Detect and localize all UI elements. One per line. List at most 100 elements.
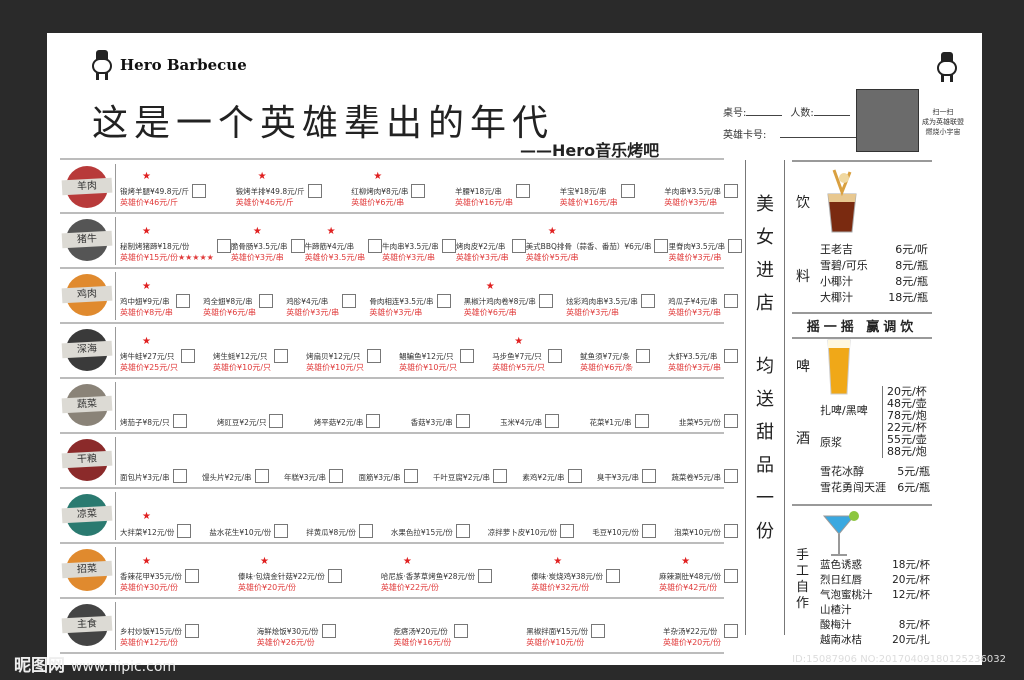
handmade-list: 蓝色诱惑 18元/杯 烈日红唇 20元/杯 气泡蜜桃汁 12元/杯 山楂汁 酸梅汁 8元/杯 越南… [820,558,930,648]
order-checkbox[interactable] [327,569,342,583]
order-checkbox[interactable] [654,239,669,253]
order-checkbox[interactable] [441,239,456,253]
order-checkbox[interactable] [411,184,426,198]
star-icon: ★ [326,226,336,237]
order-checkbox[interactable] [307,184,322,198]
order-checkbox[interactable] [269,414,284,428]
hero-price: 英雄价¥20元/份 [237,583,296,592]
hero-price: 英雄价¥3元/串 [668,253,722,262]
order-checkbox[interactable] [493,469,508,483]
order-checkbox[interactable] [274,524,289,538]
order-checkbox[interactable] [478,569,493,583]
item-price: 羊杂汤¥22元/份 [663,627,718,636]
menu-item: 面筋¥3元/串 [358,469,418,483]
category-badge: 招菜 [61,549,113,591]
order-checkbox[interactable] [723,294,738,308]
order-checkbox[interactable] [515,184,530,198]
order-checkbox[interactable] [641,469,656,483]
order-checkbox[interactable] [620,184,635,198]
order-checkbox[interactable] [723,469,738,483]
beer-raw-prices: 22元/杯 55元/壶 88元/炮 [882,422,927,458]
category-badge: 羊肉 [61,166,113,208]
card-field[interactable] [780,128,859,138]
order-checkbox[interactable] [321,624,336,638]
order-checkbox[interactable] [436,294,451,308]
order-checkbox[interactable] [258,294,273,308]
order-checkbox[interactable] [723,524,738,538]
item-price: 毛豆¥10元/份 [592,528,640,537]
order-checkbox[interactable] [366,414,381,428]
menu-item: ★ 锻烤羊腿¥49.8元/斤 英雄价¥46元/斤 [120,171,206,208]
menu-item: 乡村炒饭¥15元/份 英雄价¥12元/份 [120,624,199,648]
order-checkbox[interactable] [636,349,651,363]
menu-item: 烤茄子¥8元/只 [120,414,187,428]
order-checkbox[interactable] [511,239,526,253]
order-checkbox[interactable] [723,184,738,198]
order-checkbox[interactable] [177,524,192,538]
item-price: 羊腰¥18元/串 [455,187,502,196]
order-checkbox[interactable] [567,469,582,483]
drinks-side-label: 饮 [796,195,810,211]
order-checkbox[interactable] [454,624,469,638]
order-checkbox[interactable] [342,294,357,308]
people-field[interactable] [813,106,850,116]
hero-price: 英雄价¥6元/串 [351,198,405,207]
menu-item: 鲳鳊鱼¥12元/只 英雄价¥10元/只 [399,349,475,373]
hero-price: 英雄价¥32元/份 [531,583,590,592]
category-row: 深海 ★ 烤牛蛙¥27元/只 英雄价¥25元/只 烤生蚝¥12元/只 英雄价¥10元/只烤… [60,323,738,379]
drink-name: 气泡蜜桃汁 [820,589,873,601]
order-checkbox[interactable] [728,239,743,253]
item-list: ★ 烤牛蛙¥27元/只 英雄价¥25元/只 烤生蚝¥12元/只 英雄价¥10元/只 烤扇贝… [120,336,738,373]
item-list: ★ 鸡中翅¥9元/串 英雄价¥8元/串 鸡全翅¥8元/串 英雄价¥6元/串 鸡胗¥4元/串… [120,281,738,318]
order-checkbox[interactable] [192,184,206,198]
order-checkbox[interactable] [290,239,305,253]
order-checkbox[interactable] [560,524,575,538]
menu-item: 泡菜¥10元/份 [674,524,738,538]
hero-price: 英雄价¥3元/串 [286,308,340,317]
order-checkbox[interactable] [403,469,418,483]
order-checkbox[interactable] [172,469,187,483]
order-checkbox[interactable] [723,569,738,583]
order-checkbox[interactable] [184,624,199,638]
order-checkbox[interactable] [460,349,475,363]
order-checkbox[interactable] [548,349,563,363]
item-price: 凉拌萝卜皮¥10元/份 [487,528,558,537]
order-checkbox[interactable] [642,524,657,538]
order-checkbox[interactable] [455,414,470,428]
order-checkbox[interactable] [368,239,383,253]
order-checkbox[interactable] [591,624,606,638]
order-checkbox[interactable] [172,414,187,428]
order-checkbox[interactable] [254,469,269,483]
order-checkbox[interactable] [605,569,620,583]
menu-item: 鸡胗¥4元/串 英雄价¥3元/串 [286,294,357,318]
menu-item: 疙瘩汤¥20元/份 英雄价¥16元/份 [393,624,469,648]
price: 6元/瓶 [897,481,930,494]
order-checkbox[interactable] [723,414,738,428]
menu-item: 羊腰¥18元/串 英雄价¥16元/串 [455,184,530,208]
order-checkbox[interactable] [358,524,373,538]
order-checkbox[interactable] [216,239,231,253]
order-checkbox[interactable] [640,294,655,308]
drink-item: 大椰汁 18元/瓶 [820,290,928,306]
item-price: 大拌菜¥12元/份 [120,528,175,537]
order-checkbox[interactable] [723,349,738,363]
order-checkbox[interactable] [329,469,344,483]
item-price: 哈尼族·香茅草烤鱼¥28元/份 [380,572,476,581]
order-checkbox[interactable] [175,294,190,308]
star-icon: ★ [142,511,151,522]
promo-char: 份 [756,521,774,542]
order-checkbox[interactable] [634,414,649,428]
order-checkbox[interactable] [184,569,199,583]
order-checkbox[interactable] [180,349,195,363]
table-field[interactable] [746,106,783,116]
order-checkbox[interactable] [723,624,738,638]
menu-item: 水果色拉¥15元/份 [391,524,470,538]
order-checkbox[interactable] [538,294,553,308]
item-price: 红柳烤肉¥8元/串 [351,187,409,196]
menu-item: 里脊肉¥3.5元/串 英雄价¥3元/串 [668,239,743,263]
promo-char: 甜 [756,422,774,443]
order-checkbox[interactable] [455,524,470,538]
order-checkbox[interactable] [545,414,560,428]
order-checkbox[interactable] [367,349,382,363]
order-checkbox[interactable] [274,349,289,363]
